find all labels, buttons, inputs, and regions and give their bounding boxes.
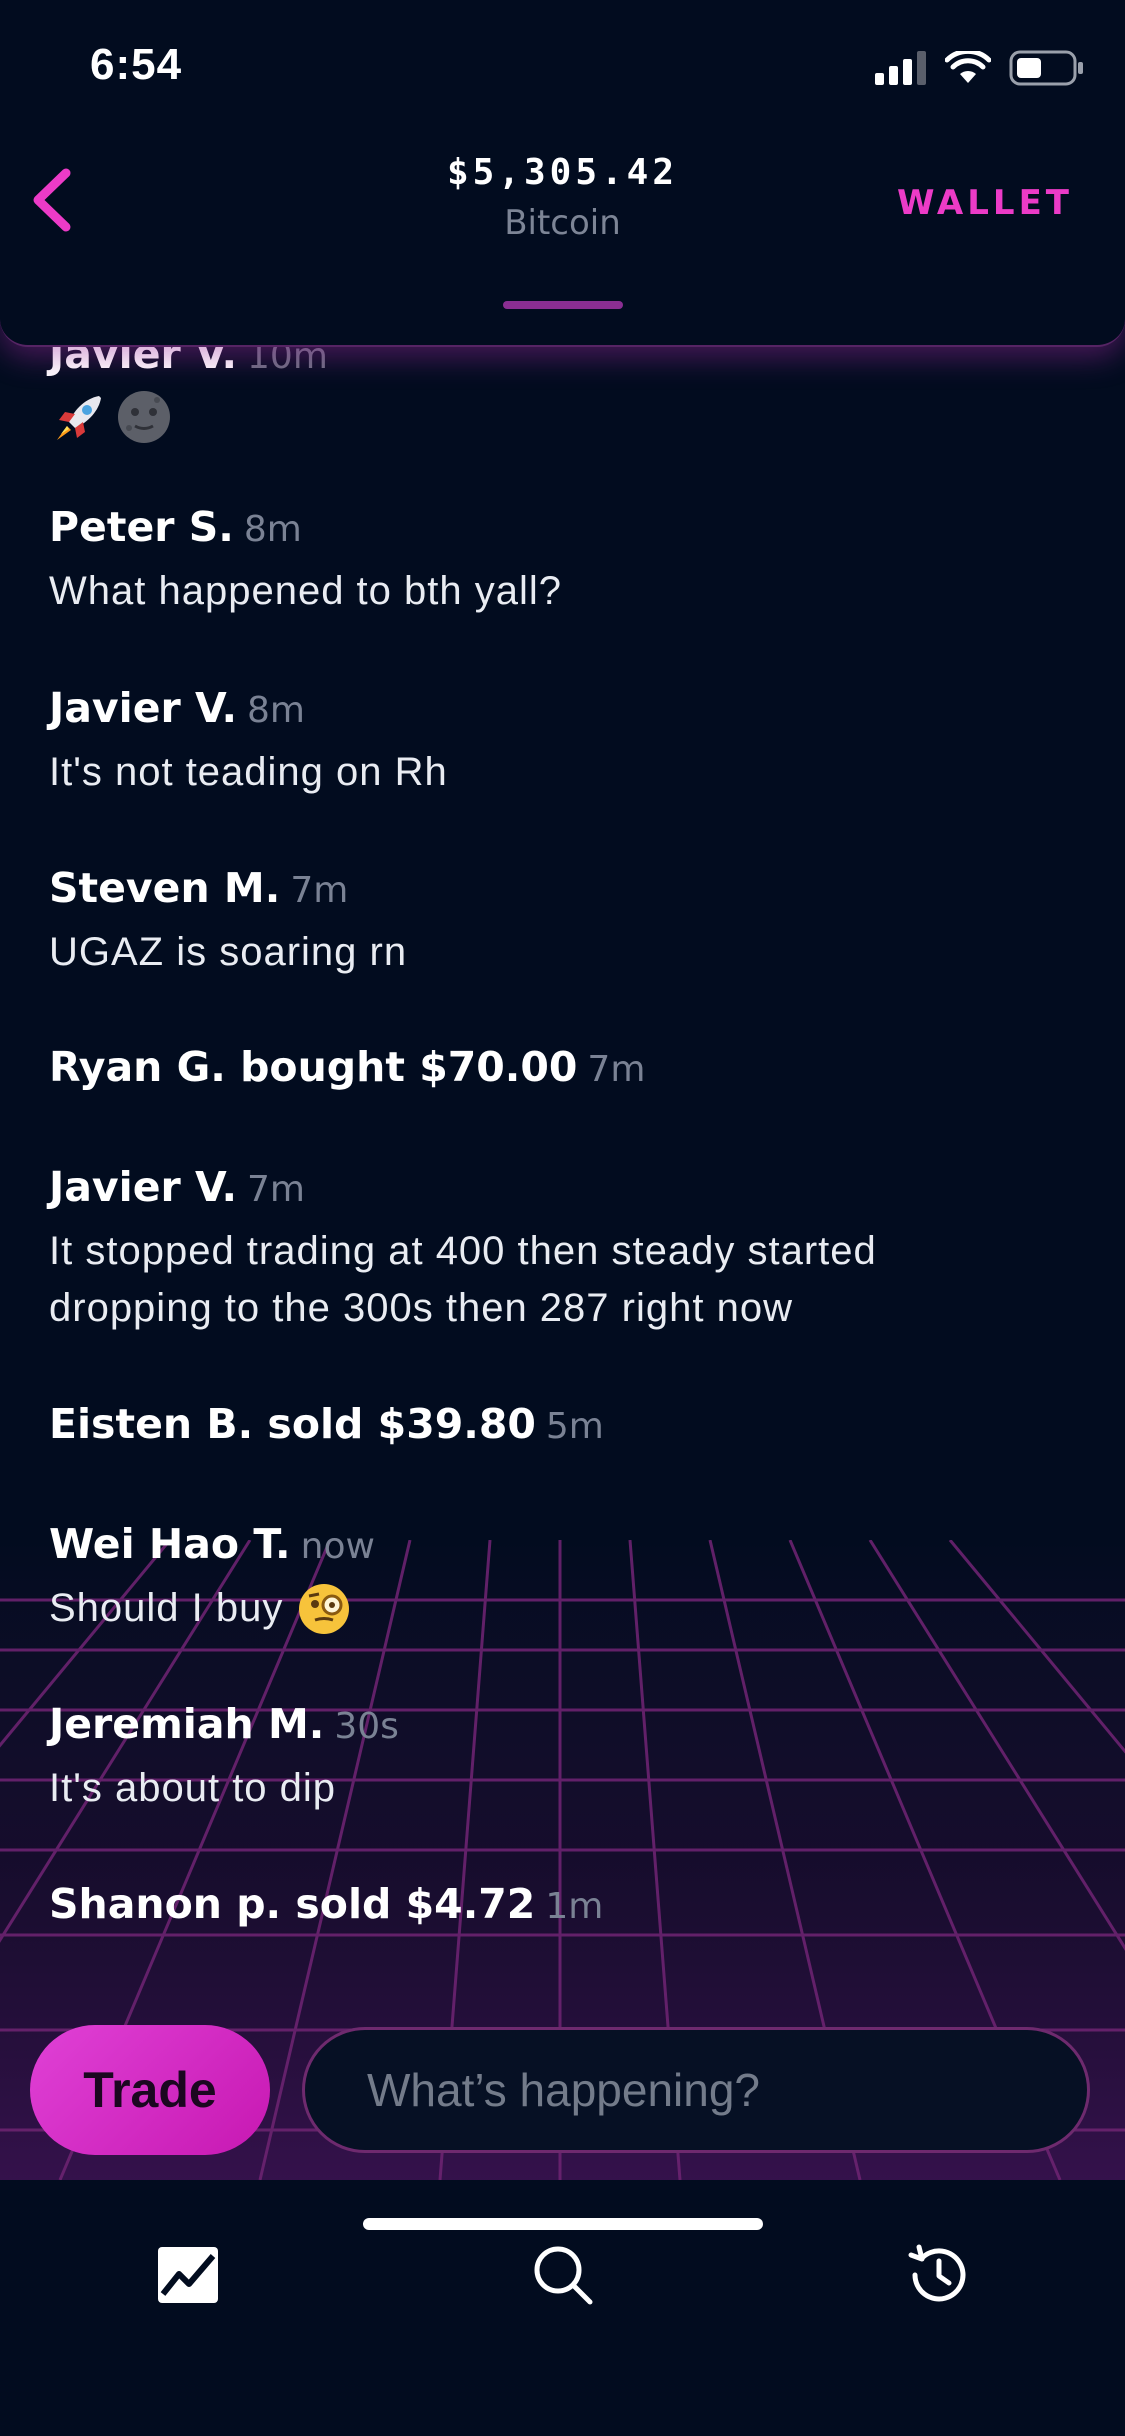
message-item: Jeremiah M. 30s It's about to dip <box>49 1700 1089 1817</box>
new-moon-emoji-icon <box>118 391 170 443</box>
message-author: Javier V. <box>49 684 238 732</box>
message-time: 8m <box>247 690 306 731</box>
wallet-button[interactable]: WALLET <box>897 183 1073 223</box>
message-author: Peter S. <box>49 503 234 551</box>
message-time: now <box>300 1526 375 1567</box>
message-text: Should I buy <box>49 1586 284 1630</box>
message-item: Steven M. 7m UGAZ is soaring rn <box>49 864 1089 981</box>
message-time: 7m <box>587 1049 646 1090</box>
message-text: What happened to bth yall? <box>49 569 563 613</box>
status-bar: 6:54 <box>0 0 1125 140</box>
message-item: Peter S. 8m What happened to bth yall? <box>49 503 1089 620</box>
home-indicator <box>363 2218 763 2230</box>
message-author: Javier V. <box>49 1163 238 1211</box>
message-text-row: Should I buy <box>49 1580 1089 1637</box>
message-author: Jeremiah M. <box>49 1700 325 1748</box>
message-input[interactable] <box>302 2027 1090 2153</box>
message-item: Wei Hao T. now Should I buy <box>49 1520 1089 1637</box>
message-time: 7m <box>290 870 349 911</box>
trade-activity-item: Shanon p. sold $4.72 1m <box>49 1880 1089 1928</box>
status-icons <box>875 50 1085 86</box>
pull-handle[interactable] <box>503 301 623 309</box>
message-text-line: It stopped trading at 400 then steady st… <box>49 1229 877 1273</box>
message-time: 1m <box>545 1886 604 1927</box>
message-text: UGAZ is soaring rn <box>49 930 408 974</box>
wifi-icon <box>945 51 991 83</box>
message-item: Javier V. 8m It's not teading on Rh <box>49 684 1089 801</box>
chart-icon <box>158 2247 218 2303</box>
message-time: 8m <box>243 509 302 550</box>
message-time: 7m <box>247 1169 306 1210</box>
trade-activity-text: Eisten B. sold $39.80 <box>49 1400 536 1448</box>
trade-button[interactable]: Trade <box>30 2025 270 2155</box>
trade-activity-item: Eisten B. sold $39.80 5m <box>49 1400 1089 1448</box>
trade-activity-text: Shanon p. sold $4.72 <box>49 1880 536 1928</box>
trade-activity-text: Ryan G. bought $70.00 <box>49 1043 578 1091</box>
trade-activity-item: Ryan G. bought $70.00 7m <box>49 1043 1089 1091</box>
rocket-emoji-icon <box>57 396 101 440</box>
cellular-signal-icon <box>875 51 926 85</box>
status-time: 6:54 <box>90 40 183 89</box>
battery-icon <box>1009 50 1083 86</box>
message-time: 5m <box>545 1406 604 1447</box>
message-text: It's not teading on Rh <box>49 750 448 794</box>
message-text: It stopped trading at 400 then steady st… <box>49 1223 1089 1337</box>
message-author: Steven M. <box>49 864 281 912</box>
history-icon <box>908 2244 966 2302</box>
message-item: Javier V. 7m It stopped trading at 400 th… <box>49 1163 1089 1337</box>
tab-search[interactable] <box>518 2230 608 2320</box>
message-text-line: dropping to the 300s then 287 right now <box>49 1286 793 1330</box>
message-author: Wei Hao T. <box>49 1520 291 1568</box>
search-icon <box>534 2246 593 2305</box>
tab-chart[interactable] <box>143 2230 233 2320</box>
message-emoji-row <box>49 388 173 448</box>
message-time: 30s <box>334 1706 399 1747</box>
message-text: It's about to dip <box>49 1766 337 1810</box>
tab-history[interactable] <box>892 2230 982 2320</box>
monocle-face-emoji-icon <box>299 1583 350 1634</box>
compose-bar: Trade <box>0 2010 1125 2190</box>
